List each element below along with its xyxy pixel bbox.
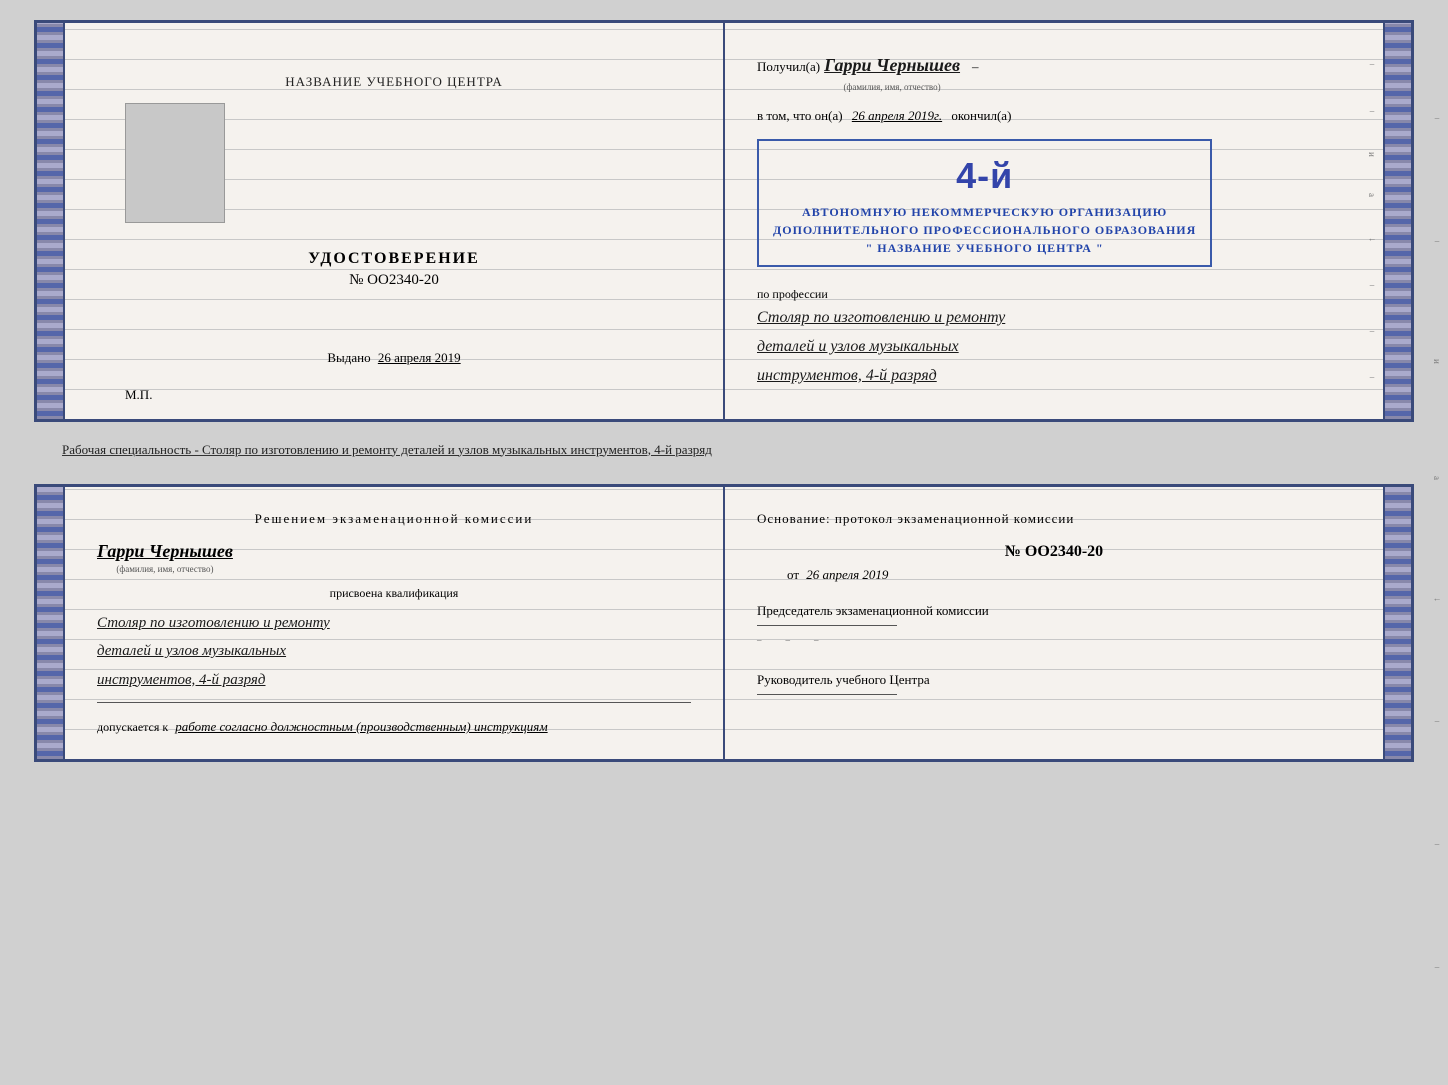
spine-left-decoration — [37, 23, 65, 419]
recipient-name: Гарри Чернышев — [824, 51, 960, 80]
training-center-title: НАЗВАНИЕ УЧЕБНОГО ЦЕНТРА — [285, 74, 502, 90]
spine-right-decoration — [1383, 23, 1411, 419]
director-title: Руководитель учебного Центра — [757, 672, 1351, 688]
allowed-label: допускается к — [97, 720, 168, 734]
bottom-spine-right — [1383, 487, 1411, 760]
issued-date: 26 апреля 2019 — [378, 350, 461, 365]
certificate-label: УДОСТОВЕРЕНИЕ — [308, 250, 480, 268]
certificate-number: № OO2340-20 — [308, 272, 480, 289]
in-that-label: в том, что он(а) — [757, 108, 843, 123]
received-label: Получил(а) — [757, 57, 820, 78]
bottom-profession-text: Столяр по изготовлению и ремонту деталей… — [97, 609, 691, 695]
assigned-label: присвоена квалификация — [97, 586, 691, 601]
bottom-document: Решением экзаменационной комиссии Гарри … — [34, 484, 1414, 763]
date-prefix: от — [787, 567, 799, 582]
chairman-block: Председатель экзаменационной комиссии – … — [757, 603, 1351, 648]
separator-line — [97, 702, 691, 703]
profession-line1: Столяр по изготовлению и ремонту — [757, 309, 1005, 326]
allowed-section: допускается к работе согласно должностны… — [97, 719, 691, 735]
director-sig-line — [757, 694, 897, 695]
photo-placeholder — [125, 103, 225, 223]
bottom-profession-line1: Столяр по изготовлению и ремонту — [97, 615, 330, 631]
protocol-date: от 26 апреля 2019 — [757, 567, 1351, 583]
bottom-profession-line3: инструментов, 4-й разряд — [97, 672, 266, 688]
bottom-right-page: Основание: протокол экзаменационной коми… — [725, 487, 1383, 760]
bottom-profession-line2: деталей и узлов музыкальных — [97, 643, 286, 659]
top-left-page: НАЗВАНИЕ УЧЕБНОГО ЦЕНТРА УДОСТОВЕРЕНИЕ №… — [65, 23, 725, 419]
bottom-left-page: Решением экзаменационной комиссии Гарри … — [65, 487, 725, 760]
date-handwritten-top: 26 апреля 2019г. — [852, 108, 942, 123]
top-document: НАЗВАНИЕ УЧЕБНОГО ЦЕНТРА УДОСТОВЕРЕНИЕ №… — [34, 20, 1414, 422]
chairman-title: Председатель экзаменационной комиссии — [757, 603, 1351, 619]
allowed-hw: работе согласно должностным (производств… — [175, 719, 547, 734]
bottom-spine-left — [37, 487, 65, 760]
issued-label: Выдано 26 апреля 2019 — [327, 350, 460, 365]
bottom-name: Гарри Чернышев — [97, 541, 233, 562]
director-block: Руководитель учебного Центра — [757, 672, 1351, 695]
mp-label: М.П. — [125, 387, 152, 403]
fio-hint-top: (фамилия, имя, отчество) — [844, 80, 941, 94]
protocol-number: № OO2340-20 — [757, 543, 1351, 561]
bottom-fio-hint: (фамилия, имя, отчество) — [97, 564, 233, 574]
profession-line2: деталей и узлов музыкальных — [757, 338, 959, 355]
caption-text: Рабочая специальность - Столяр по изгото… — [62, 442, 1386, 458]
stamp-line3: " НАЗВАНИЕ УЧЕБНОГО ЦЕНТРА " — [773, 239, 1196, 257]
bottom-right-margin-marks: – – и а ← – – – — [1428, 0, 1446, 1085]
stamp-line2: ДОПОЛНИТЕЛЬНОГО ПРОФЕССИОНАЛЬНОГО ОБРАЗО… — [773, 221, 1196, 239]
decision-title: Решением экзаменационной комиссии — [97, 511, 691, 527]
basis-title: Основание: протокол экзаменационной коми… — [757, 511, 1351, 527]
stamp-box: 4-й АВТОНОМНУЮ НЕКОММЕРЧЕСКУЮ ОРГАНИЗАЦИ… — [757, 139, 1212, 267]
protocol-date-value: 26 апреля 2019 — [806, 567, 888, 582]
in-that-section: в том, что он(а) 26 апреля 2019г. окончи… — [757, 106, 1351, 127]
caption-wrapper: Рабочая специальность - Столяр по изгото… — [34, 438, 1414, 468]
recipient-line: Получил(а) Гарри Чернышев (фамилия, имя,… — [757, 51, 1351, 94]
bottom-fio-line: Гарри Чернышев (фамилия, имя, отчество) — [97, 541, 691, 574]
right-margin-marks: – – и а ← – – – — [1363, 23, 1381, 419]
finished-label: окончил(а) — [951, 108, 1011, 123]
chairman-sig-line — [757, 625, 897, 626]
stamp-grade: 4-й — [773, 149, 1196, 203]
top-right-page: Получил(а) Гарри Чернышев (фамилия, имя,… — [725, 23, 1383, 419]
profession-label: по профессии — [757, 285, 1351, 304]
profession-line3: инструментов, 4-й разряд — [757, 367, 937, 384]
profession-text: Столяр по изготовлению и ремонту деталей… — [757, 304, 1351, 390]
profession-section: по профессии Столяр по изготовлению и ре… — [757, 285, 1351, 391]
stamp-line1: АВТОНОМНУЮ НЕКОММЕРЧЕСКУЮ ОРГАНИЗАЦИЮ — [773, 203, 1196, 221]
top-right-content: Получил(а) Гарри Чернышев (фамилия, имя,… — [757, 51, 1351, 391]
